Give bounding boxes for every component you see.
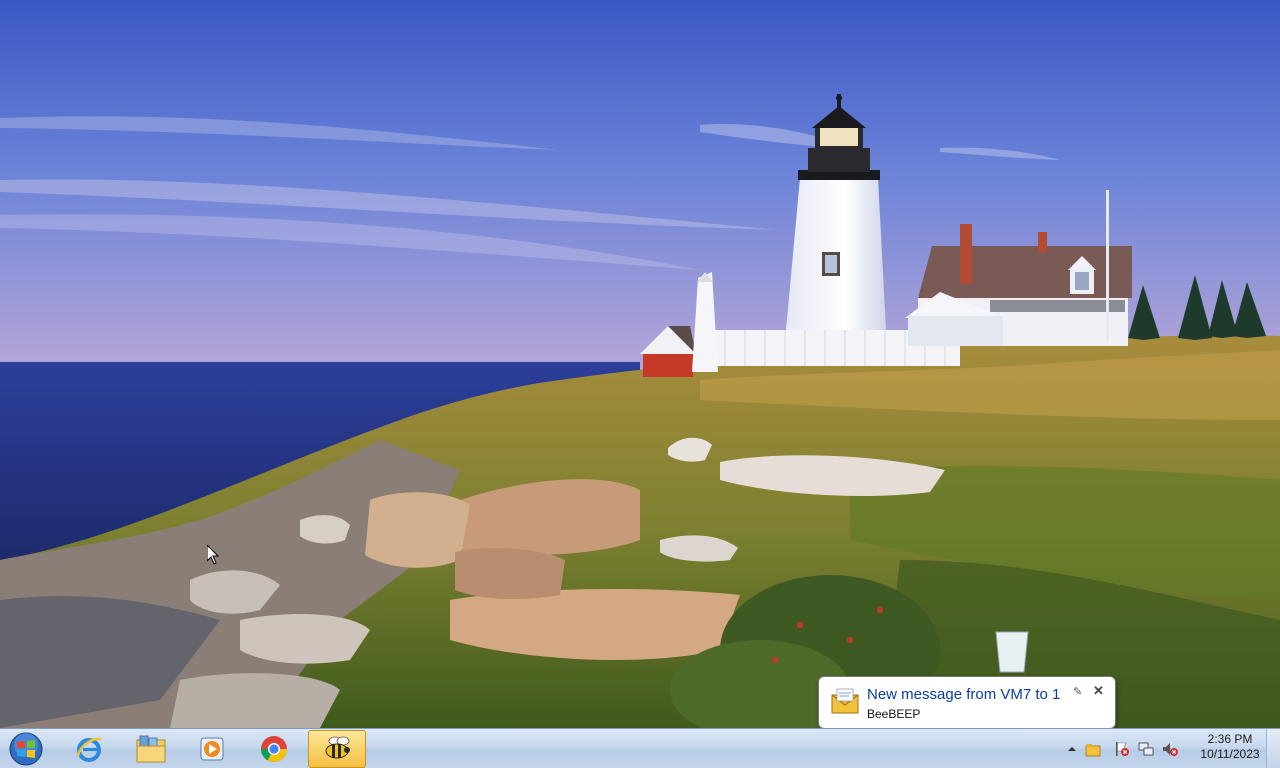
windows-start-orb-icon (9, 732, 43, 766)
bee-icon (325, 736, 350, 759)
chrome-icon (260, 736, 288, 763)
action-center-flag-icon[interactable] (1114, 741, 1130, 757)
internet-explorer-icon (76, 737, 102, 762)
taskbar: 2:36 PM 10/11/2023 (0, 728, 1280, 768)
notification-balloon[interactable]: New message from VM7 to 1 BeeBEEP ✎ ✕ (818, 676, 1116, 729)
media-player-icon (200, 737, 224, 761)
start-button[interactable] (6, 730, 46, 768)
network-icon[interactable] (1138, 741, 1154, 757)
taskbar-internet-explorer[interactable] (60, 730, 118, 768)
desktop-wallpaper (0, 0, 1280, 728)
envelope-icon (831, 688, 859, 714)
taskbar-windows-media-player[interactable] (183, 730, 241, 768)
volume-muted-icon[interactable] (1162, 741, 1178, 757)
system-clock[interactable]: 2:36 PM 10/11/2023 (1196, 732, 1264, 766)
clock-date: 10/11/2023 (1200, 747, 1260, 761)
show-desktop-button[interactable] (1266, 729, 1280, 768)
clock-time: 2:36 PM (1207, 732, 1253, 746)
notification-title: New message from VM7 to 1 (867, 686, 1061, 703)
folder-library-icon (136, 735, 166, 763)
notification-app-name: BeeBEEP (867, 707, 921, 721)
taskbar-google-chrome[interactable] (245, 730, 303, 768)
show-hidden-icons-chevron-icon[interactable] (1066, 743, 1078, 755)
pin-icon[interactable]: ✎ (1073, 685, 1082, 698)
taskbar-beebeep[interactable] (308, 730, 366, 768)
mouse-pointer-icon (207, 545, 219, 565)
close-icon[interactable]: ✕ (1093, 683, 1104, 699)
taskbar-windows-explorer[interactable] (122, 730, 180, 768)
beebeep-tray-icon[interactable] (1085, 741, 1101, 757)
